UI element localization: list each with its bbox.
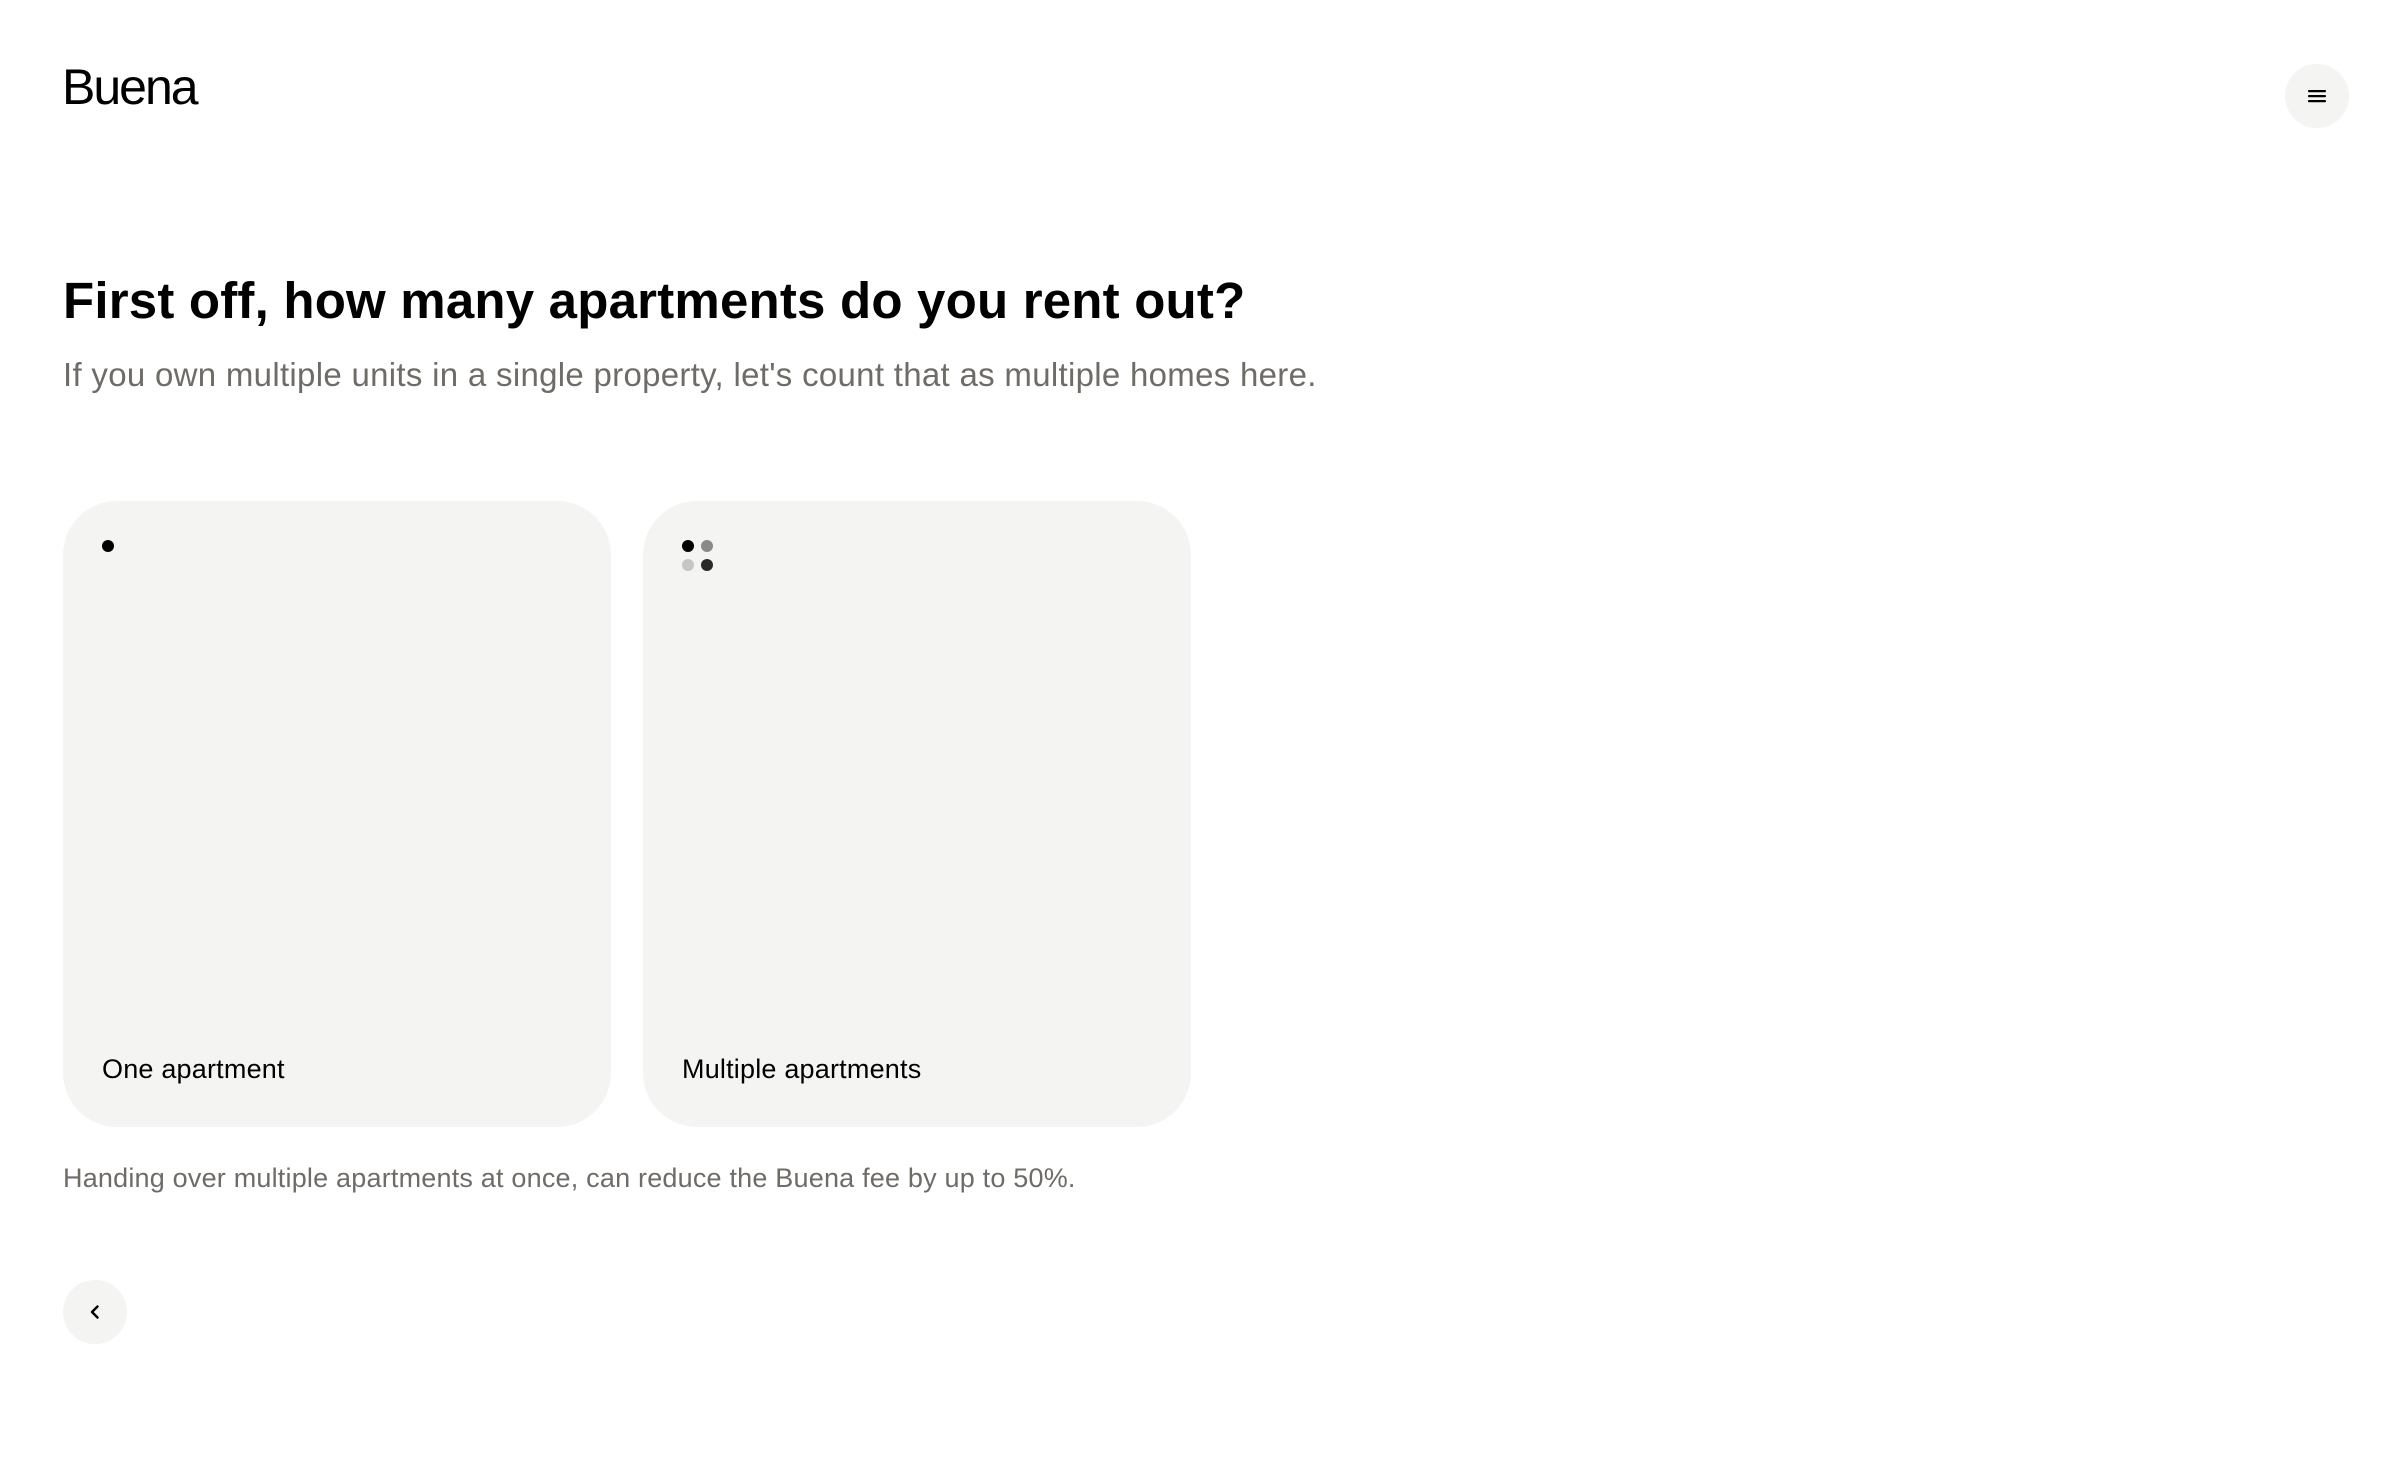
hamburger-menu-icon: [2305, 84, 2329, 108]
buena-logo[interactable]: Buena: [62, 62, 199, 112]
fee-reduction-note: Handing over multiple apartments at once…: [63, 1163, 1076, 1193]
menu-button[interactable]: [2285, 64, 2349, 128]
back-button[interactable]: [63, 1280, 127, 1344]
option-label: One apartment: [102, 1054, 285, 1084]
option-label: Multiple apartments: [682, 1054, 922, 1084]
page-title: First off, how many apartments do you re…: [63, 272, 1246, 329]
chevron-left-icon: [85, 1302, 105, 1322]
option-card-multiple-apartments[interactable]: Multiple apartments: [643, 501, 1191, 1127]
four-dots-icon: [681, 538, 721, 578]
page-subtitle: If you own multiple units in a single pr…: [63, 356, 1317, 393]
option-card-one-apartment[interactable]: One apartment: [63, 501, 611, 1127]
single-dot-icon: [101, 538, 141, 578]
